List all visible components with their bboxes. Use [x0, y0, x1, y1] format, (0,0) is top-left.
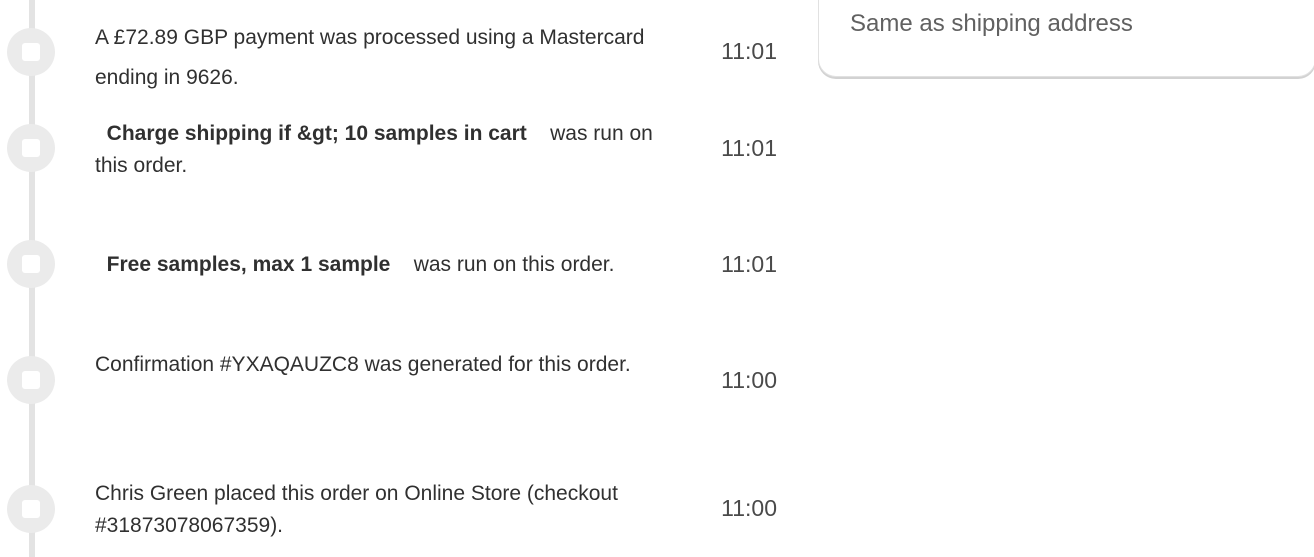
- event-message-text: was run on this order.: [413, 253, 615, 276]
- timeline-marker-icon: [7, 485, 55, 533]
- timeline-event-order-placed: Chris Green placed this order on Online …: [0, 460, 790, 557]
- timeline-marker-icon: [7, 28, 55, 76]
- event-message: A £72.89 GBP payment was processed using…: [95, 26, 645, 89]
- event-time: 11:01: [721, 135, 777, 161]
- timeline-event-samples-script: Free samples, max 1 sample was run on th…: [0, 220, 790, 320]
- timeline-marker-icon: [7, 240, 55, 288]
- event-message: Charge shipping if &gt; 10 samples in ca…: [95, 118, 690, 182]
- event-message: Confirmation #YXAQAUZC8 was generated fo…: [95, 353, 631, 376]
- event-time: 11:01: [721, 251, 777, 277]
- timeline-event-payment: A £72.89 GBP payment was processed using…: [0, 0, 790, 100]
- timeline-event-shipping-script: Charge shipping if &gt; 10 samples in ca…: [0, 100, 790, 200]
- timeline-marker-icon: [7, 124, 55, 172]
- event-time: 11:00: [721, 367, 777, 393]
- event-message: Chris Green placed this order on Online …: [95, 482, 618, 537]
- timeline-marker-icon: [7, 356, 55, 404]
- event-message: Free samples, max 1 sample was run on th…: [95, 249, 690, 281]
- timeline-event-confirmation: Confirmation #YXAQAUZC8 was generated fo…: [0, 330, 790, 440]
- script-name-link[interactable]: Free samples, max 1 sample: [107, 253, 391, 276]
- script-name-link[interactable]: Charge shipping if &gt; 10 samples in ca…: [107, 122, 527, 145]
- billing-address-card: Same as shipping address: [818, 0, 1314, 77]
- event-time: 11:01: [721, 38, 777, 64]
- event-time: 11:00: [721, 495, 777, 521]
- billing-address-text: Same as shipping address: [850, 10, 1133, 37]
